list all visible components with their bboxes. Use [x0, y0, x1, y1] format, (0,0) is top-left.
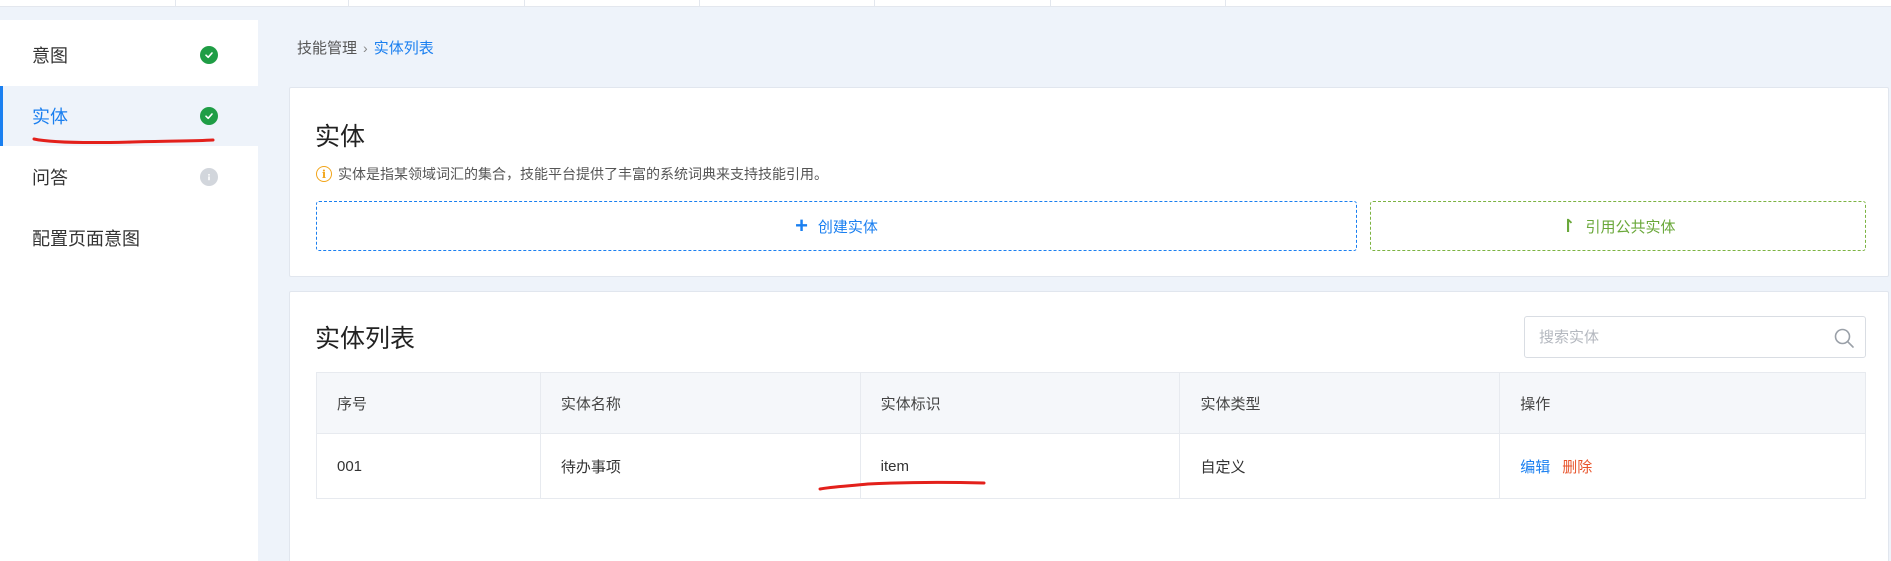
- breadcrumb-current: 实体列表: [373, 40, 434, 57]
- entity-card-title: 实体: [315, 123, 366, 151]
- sidebar-item-intent[interactable]: 意图: [0, 25, 258, 85]
- cell-actions: 编辑 删除: [1499, 433, 1866, 499]
- column-header-identifier: 实体标识: [859, 372, 1181, 434]
- sidebar-item-label: 意图: [32, 46, 68, 66]
- tab-separator: [524, 0, 525, 7]
- sidebar-item-page-intent[interactable]: 配置页面意图: [0, 208, 258, 268]
- info-circle-icon: [200, 168, 218, 186]
- entity-list-title: 实体列表: [315, 325, 416, 353]
- create-entity-label: 创建实体: [817, 218, 878, 236]
- plus-icon: +: [795, 213, 808, 238]
- red-annotation-underline: [818, 480, 986, 491]
- column-header-actions: 操作: [1499, 372, 1866, 434]
- delete-link[interactable]: 删除: [1562, 459, 1592, 476]
- cell-type: 自定义: [1179, 433, 1501, 499]
- check-circle-icon: [200, 46, 218, 64]
- column-header-type: 实体类型: [1179, 372, 1501, 434]
- breadcrumb-parent[interactable]: 技能管理: [297, 37, 357, 58]
- tab-separator: [874, 0, 875, 7]
- top-tab-strip: [0, 0, 1891, 7]
- tab-separator: [175, 0, 176, 7]
- active-indicator: [0, 86, 3, 146]
- breadcrumb: 技能管理 › 实体列表: [297, 37, 434, 58]
- edit-link[interactable]: 编辑: [1520, 459, 1550, 476]
- create-entity-button[interactable]: + 创建实体: [316, 201, 1357, 251]
- table-header-row: 序号 实体名称 实体标识 实体类型 操作: [316, 372, 1866, 434]
- sidebar-item-label: 实体: [32, 107, 68, 127]
- red-annotation-underline: [32, 137, 215, 145]
- search-box: [1524, 316, 1866, 358]
- search-icon[interactable]: [1833, 327, 1855, 354]
- reference-icon: ↾: [1560, 215, 1576, 236]
- reference-public-entity-label: 引用公共实体: [1585, 218, 1676, 236]
- check-circle-icon: [200, 107, 218, 125]
- entity-notice: i 实体是指某领域词汇的集合，技能平台提供了丰富的系统词典来支持技能引用。: [316, 164, 828, 184]
- cell-index: 001: [316, 433, 541, 499]
- tab-separator: [1050, 0, 1051, 7]
- reference-public-entity-button[interactable]: ↾ 引用公共实体: [1370, 201, 1866, 251]
- tab-separator: [699, 0, 700, 7]
- column-header-name: 实体名称: [539, 372, 861, 434]
- sidebar-item-label: 配置页面意图: [32, 229, 140, 249]
- entity-table: 序号 实体名称 实体标识 实体类型 操作 001 待办事项 item 自定义 编…: [316, 372, 1866, 499]
- sidebar-item-label: 问答: [32, 168, 68, 188]
- tab-separator: [1225, 0, 1226, 7]
- table-row: 001 待办事项 item 自定义 编辑 删除: [316, 433, 1866, 499]
- sidebar: 意图 实体 问答 配置页面意图: [0, 20, 258, 561]
- entity-notice-text: 实体是指某领域词汇的集合，技能平台提供了丰富的系统词典来支持技能引用。: [338, 166, 828, 182]
- search-input[interactable]: [1525, 317, 1815, 357]
- cell-name: 待办事项: [539, 433, 861, 499]
- info-icon: i: [316, 166, 332, 182]
- entity-list-card: 实体列表 序号 实体名称 实体标识 实体类型 操作 001 待办事项 item …: [289, 291, 1889, 561]
- sidebar-item-qa[interactable]: 问答: [0, 147, 258, 207]
- tab-separator: [348, 0, 349, 7]
- chevron-right-icon: ›: [363, 39, 368, 56]
- entity-card: 实体 i 实体是指某领域词汇的集合，技能平台提供了丰富的系统词典来支持技能引用。…: [289, 87, 1889, 277]
- column-header-index: 序号: [316, 372, 541, 434]
